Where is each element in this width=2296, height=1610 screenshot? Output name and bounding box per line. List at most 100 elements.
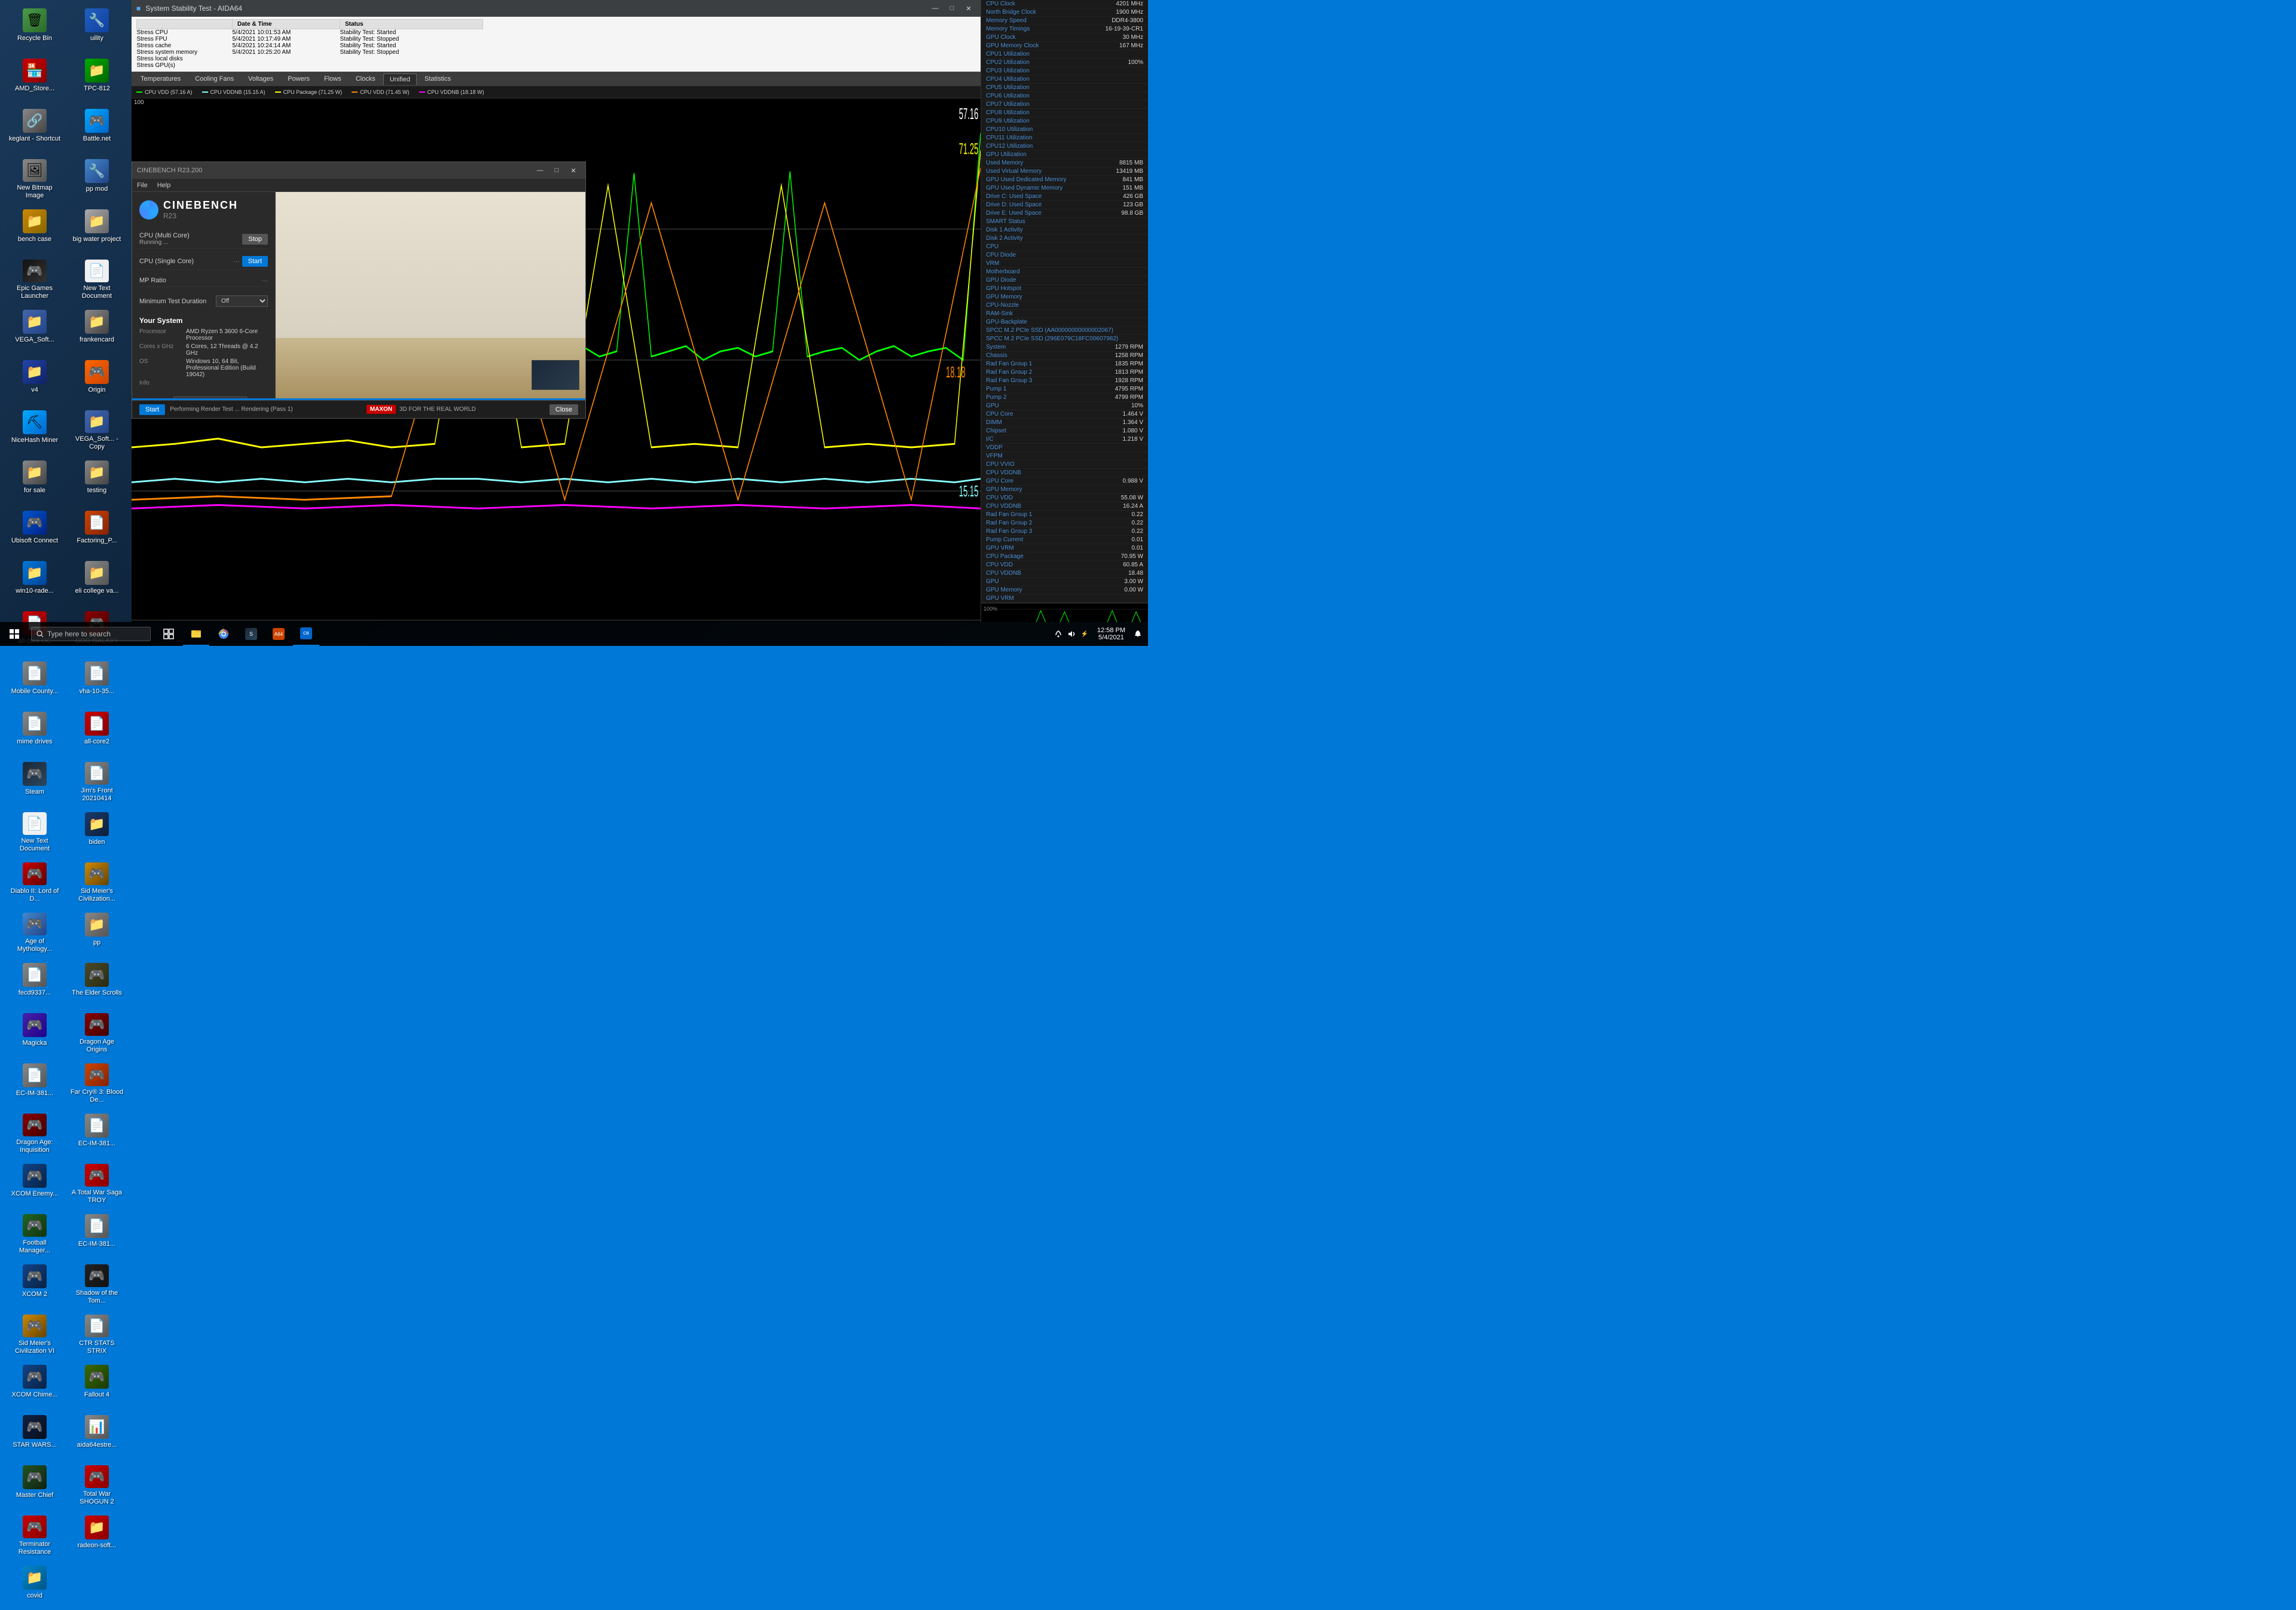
- chart-tab-cooling-fans[interactable]: Cooling Fans: [188, 73, 240, 85]
- desktop-icon-keglant[interactable]: 🔗 keglant - Shortcut: [5, 105, 65, 153]
- explorer-taskbar-button[interactable]: [183, 622, 209, 646]
- desktop-icon-win10-rade[interactable]: 📁 win10-rade...: [5, 557, 65, 605]
- desktop-icon-allcore2[interactable]: 📄 all-core2: [67, 708, 127, 756]
- desktop-icon-vegasoft[interactable]: 📁 VEGA_Soft...: [5, 306, 65, 354]
- desktop-icon-totalwar2[interactable]: 🎮 Total War SHOGUN 2: [67, 1462, 127, 1510]
- duration-select[interactable]: Off: [216, 295, 268, 307]
- desktop-icon-v4[interactable]: 📁 v4: [5, 356, 65, 404]
- chart-tab-unified[interactable]: Unified: [383, 74, 417, 85]
- desktop-icon-battlenet[interactable]: 🎮 Battle.net: [67, 105, 127, 153]
- chart-tab-flows[interactable]: Flows: [317, 73, 348, 85]
- desktop-icon-amd-store[interactable]: 🏪 AMD_Store...: [5, 55, 65, 103]
- desktop-icon-terminator[interactable]: 🎮 Terminator Resistance: [5, 1512, 65, 1560]
- cb-close[interactable]: ✕: [566, 164, 581, 176]
- start-button[interactable]: [0, 622, 29, 646]
- stats-row: Disk 1 Activity: [981, 226, 1148, 234]
- cb-close-button[interactable]: Close: [549, 404, 578, 415]
- desktop-icon-nicehash[interactable]: ⛏ NiceHash Miner: [5, 407, 65, 455]
- desktop-icon-ageof[interactable]: 🎮 Age of Mythology...: [5, 909, 65, 957]
- cb-file-menu[interactable]: File: [137, 182, 148, 189]
- test-datetime: [233, 62, 340, 69]
- desktop-icon-football[interactable]: 🎮 Football Manager...: [5, 1210, 65, 1258]
- desktop-icon-utility[interactable]: 🔧 uility: [67, 5, 127, 53]
- desktop-icon-totalwar[interactable]: 🎮 A Total War Saga TROY: [67, 1160, 127, 1208]
- desktop-icon-covid[interactable]: 📁 covid: [5, 1562, 65, 1610]
- desktop-icon-theelderscrolls[interactable]: 🎮 The Elder Scrolls: [67, 959, 127, 1007]
- desktop-icon-vha[interactable]: 📄 vha-10-35...: [67, 658, 127, 706]
- chrome-taskbar-button[interactable]: [210, 622, 237, 646]
- cb-minimize[interactable]: —: [533, 164, 547, 176]
- desktop-icon-tpc-812[interactable]: 📁 TPC-812: [67, 55, 127, 103]
- minimize-button[interactable]: —: [928, 2, 942, 14]
- desktop-icon-sidmeier[interactable]: 🎮 Sid Meier's Civilization...: [67, 859, 127, 907]
- desktop-icon-bench-case[interactable]: 📁 bench case: [5, 206, 65, 254]
- taskview-button[interactable]: [155, 622, 182, 646]
- chart-tab-clocks[interactable]: Clocks: [349, 73, 382, 85]
- desktop-icon-sidmeier2[interactable]: 🎮 Sid Meier's Civilization VI: [5, 1311, 65, 1359]
- maximize-button[interactable]: □: [945, 2, 959, 14]
- desktop-icon-steam[interactable]: 🎮 Steam: [5, 758, 65, 806]
- desktop-icon-recycle-bin[interactable]: 🗑 Recycle Bin: [5, 5, 65, 53]
- desktop-icon-ekim2[interactable]: 📄 EC-IM-381...: [67, 1110, 127, 1158]
- desktop-icon-biden[interactable]: 📁 biden: [67, 809, 127, 856]
- cb-help-menu[interactable]: Help: [157, 182, 171, 189]
- desktop-icon-dragonage2[interactable]: 🎮 Dragon Age: Inquisition: [5, 1110, 65, 1158]
- desktop-icon-diablo[interactable]: 🎮 Diablo II: Lord of D...: [5, 859, 65, 907]
- desktop-icon-xcom3[interactable]: 🎮 XCOM Chime...: [5, 1361, 65, 1409]
- chart-tab-powers[interactable]: Powers: [281, 73, 316, 85]
- desktop-icon-aida64[interactable]: 📊 aida64estre...: [67, 1411, 127, 1459]
- desktop-icon-ctrstats[interactable]: 📄 CTR STATS STRIX: [67, 1311, 127, 1359]
- notification-icon[interactable]: [1132, 629, 1143, 639]
- desktop-icon-ubisoft[interactable]: 🎮 Ubisoft Connect: [5, 507, 65, 555]
- desktop-icon-ekim3[interactable]: 📄 EC-IM-381...: [67, 1210, 127, 1258]
- desktop-icon-new-text1[interactable]: 📄 New Text Document: [67, 256, 127, 304]
- desktop-icon-frankencard[interactable]: 📁 frankencard: [67, 306, 127, 354]
- desktop-icon-newtext2[interactable]: 📄 New Text Document: [5, 809, 65, 856]
- desktop-icon-farcry[interactable]: 🎮 Far Cry® 3: Blood De...: [67, 1060, 127, 1108]
- stats-value: 4201 MHz: [1116, 1, 1143, 7]
- desktop-icon-epic-games[interactable]: 🎮 Epic Games Launcher: [5, 256, 65, 304]
- desktop-icon-fecd[interactable]: 📄 fecd9337...: [5, 959, 65, 1007]
- chart-tab-temperatures[interactable]: Temperatures: [134, 73, 187, 85]
- desktop-icon-new-bitmap[interactable]: 🖼 New Bitmap Image: [5, 155, 65, 203]
- desktop-icon-shadow[interactable]: 🎮 Shadow of the Tom...: [67, 1261, 127, 1309]
- desktop-icon-ppmod[interactable]: 🔧 pp mod: [67, 155, 127, 203]
- sound-tray-icon[interactable]: [1066, 629, 1077, 639]
- battery-tray-icon[interactable]: ⚡: [1079, 629, 1090, 639]
- system-clock[interactable]: 12:58 PM 5/4/2021: [1092, 627, 1130, 641]
- aida-taskbar-button[interactable]: A64: [265, 622, 292, 646]
- desktop-icon-ekim[interactable]: 📄 EC-IM-381...: [5, 1060, 65, 1108]
- stats-label: GPU Hotspot: [986, 285, 1021, 292]
- desktop-icon-radeon[interactable]: 📁 radeon-soft...: [67, 1512, 127, 1560]
- chart-tab-voltages[interactable]: Voltages: [242, 73, 280, 85]
- close-button[interactable]: ✕: [961, 2, 976, 14]
- desktop-icon-masterchief[interactable]: 🎮 Master Chief: [5, 1462, 65, 1510]
- cb-start-button[interactable]: Start: [139, 404, 165, 415]
- desktop-icon-starwars[interactable]: 🎮 STAR WARS...: [5, 1411, 65, 1459]
- desktop-icon-factoring[interactable]: 📄 Factoring_P...: [67, 507, 127, 555]
- desktop-icon-bigwater[interactable]: 📁 big water project: [67, 206, 127, 254]
- desktop-icon-fallout4[interactable]: 🎮 Fallout 4: [67, 1361, 127, 1409]
- desktop-icon-jimsfront[interactable]: 📄 Jim's Front 20210414: [67, 758, 127, 806]
- desktop-icon-xcom[interactable]: 🎮 XCOM Enemy...: [5, 1160, 65, 1208]
- desktop-icon-college[interactable]: 📁 eli college va...: [67, 557, 127, 605]
- desktop-icon-forsale[interactable]: 📁 for sale: [5, 457, 65, 505]
- desktop-icon-pp[interactable]: 📁 pp: [67, 909, 127, 957]
- chart-tab-statistics[interactable]: Statistics: [418, 73, 457, 85]
- stop-button[interactable]: Stop: [242, 234, 268, 245]
- search-box[interactable]: Type here to search: [31, 627, 151, 641]
- cinebench-taskbar-button[interactable]: CB: [293, 622, 319, 646]
- steam-taskbar-button[interactable]: S: [238, 622, 264, 646]
- desktop-icon-vegasoft-copy[interactable]: 📁 VEGA_Soft... - Copy: [67, 407, 127, 455]
- stats-row: CPU Clock 4201 MHz: [981, 0, 1148, 8]
- desktop-icon-testing[interactable]: 📁 testing: [67, 457, 127, 505]
- desktop-icon-mobile[interactable]: 📄 Mobile County...: [5, 658, 65, 706]
- desktop-icon-origin[interactable]: 🎮 Origin: [67, 356, 127, 404]
- desktop-icon-xcom2[interactable]: 🎮 XCOM 2: [5, 1261, 65, 1309]
- network-tray-icon[interactable]: [1053, 629, 1064, 639]
- desktop-icon-dragonage[interactable]: 🎮 Dragon Age Origins: [67, 1010, 127, 1057]
- desktop-icon-mimedrives[interactable]: 📄 mime drives: [5, 708, 65, 756]
- start-single-button[interactable]: Start: [242, 256, 268, 267]
- cb-maximize[interactable]: □: [549, 164, 564, 176]
- desktop-icon-magicka[interactable]: 🎮 Magicka: [5, 1010, 65, 1057]
